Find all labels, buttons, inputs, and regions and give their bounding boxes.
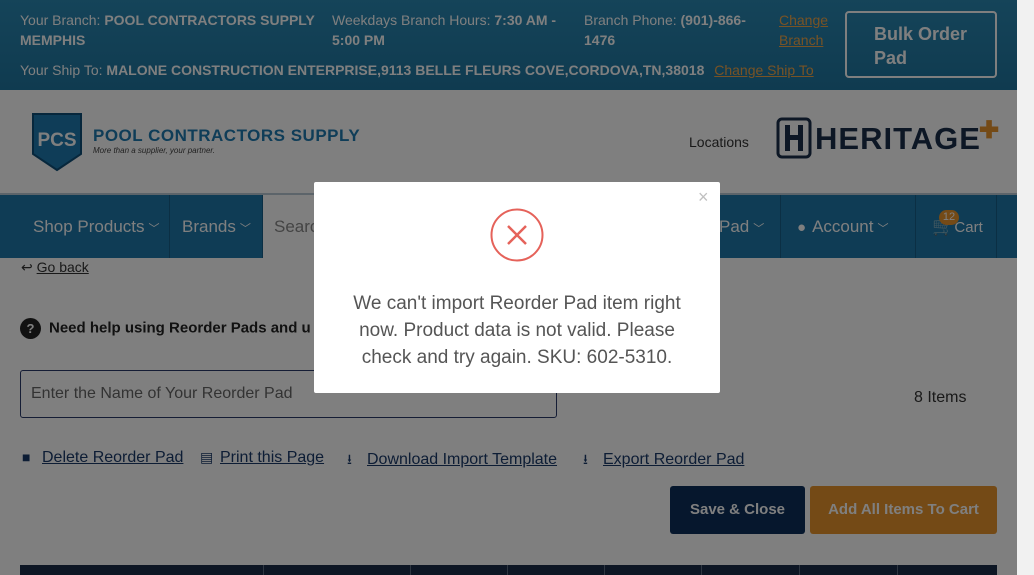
error-modal: × We can't import Reorder Pad item right…	[314, 182, 720, 393]
reorder-pad-page: Your Branch: POOL CONTRACTORS SUPPLY MEM…	[0, 0, 1034, 575]
page-scrollbar[interactable]	[1017, 0, 1034, 575]
close-icon[interactable]: ×	[698, 187, 709, 208]
error-x-icon	[490, 208, 544, 262]
error-message: We can't import Reorder Pad item right n…	[353, 293, 681, 368]
